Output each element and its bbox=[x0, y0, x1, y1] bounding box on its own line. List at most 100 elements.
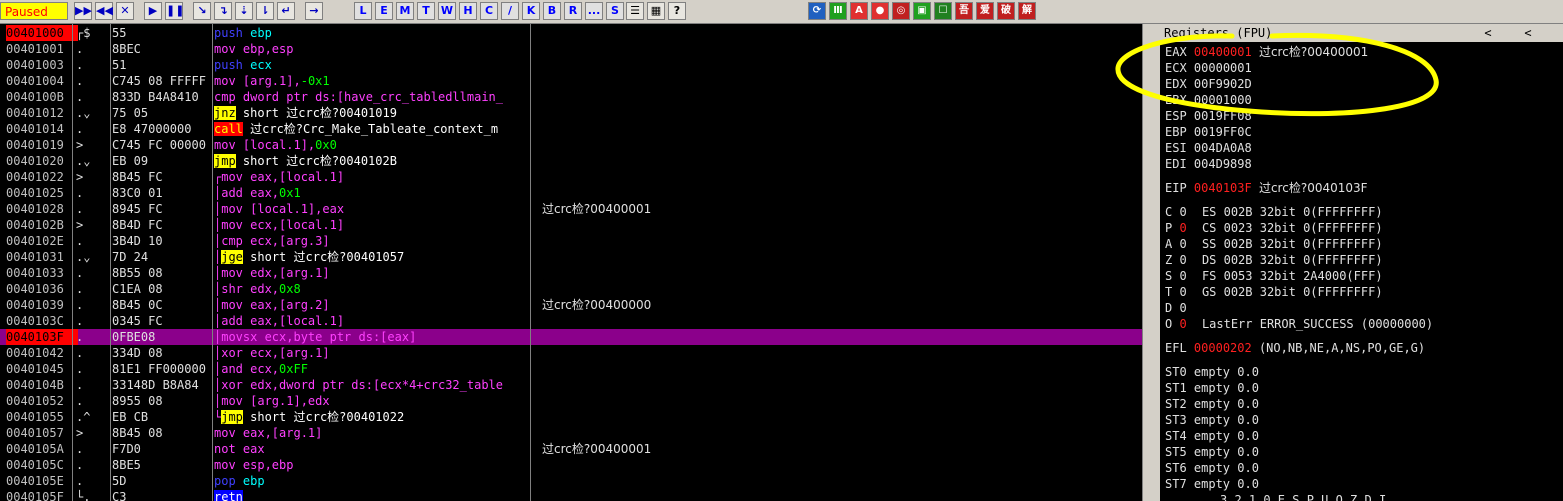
plugin-icon-2[interactable]: A bbox=[850, 2, 868, 20]
disasm-row[interactable]: 00401057 >8B45 08 mov eax,[arg.1] bbox=[0, 425, 1142, 441]
register-esi[interactable]: ESI 004DA0A8 bbox=[1165, 140, 1252, 156]
fpu-row[interactable]: ST0 empty 0.0 bbox=[1165, 364, 1259, 380]
plugin-icon-3[interactable]: ● bbox=[871, 2, 889, 20]
fpu-row[interactable]: ST4 empty 0.0 bbox=[1165, 428, 1259, 444]
disasm-row[interactable]: 00401042. 334D 08 │xor ecx,[arg.1] bbox=[0, 345, 1142, 361]
disasm-row[interactable]: 00401020 .⌄ EB 09 jmp short 过crc检?0040102B bbox=[0, 153, 1142, 169]
disasm-row[interactable]: 0040105E. 5D pop ebp bbox=[0, 473, 1142, 489]
register-ebp[interactable]: EBP 0019FF0C bbox=[1165, 124, 1252, 140]
column-separator[interactable] bbox=[212, 24, 213, 501]
disasm-row[interactable]: 00401025. 83C0 01 │add eax,0x1 bbox=[0, 185, 1142, 201]
window-button-5[interactable]: H bbox=[459, 2, 477, 20]
disasm-row[interactable]: 0040102E. 3B4D 10 │cmp ecx,[arg.3] bbox=[0, 233, 1142, 249]
fpu-row[interactable]: ST7 empty 0.0 bbox=[1165, 476, 1259, 492]
disasm-row[interactable]: 00401001. 8BEC mov ebp,esp bbox=[0, 41, 1142, 57]
window-button-9[interactable]: B bbox=[543, 2, 561, 20]
disasm-row[interactable]: 00401052. 8955 08 │mov [arg.1],edx bbox=[0, 393, 1142, 409]
disasm-row[interactable]: 00401004. C745 08 FFFFF mov [arg.1],-0x1 bbox=[0, 73, 1142, 89]
flag-row[interactable]: P 0 CS 0023 32bit 0(FFFFFFFF) bbox=[1165, 220, 1383, 236]
column-separator[interactable] bbox=[110, 24, 111, 501]
register-ebx[interactable]: EBX 00001000 bbox=[1165, 92, 1252, 108]
disasm-row[interactable]: 00401019 > C745 FC 00000 mov [local.1],0x0 bbox=[0, 137, 1142, 153]
trace-into-button[interactable]: ⇣ bbox=[235, 2, 253, 20]
step-into-button[interactable]: ↘ bbox=[193, 2, 211, 20]
register-eip[interactable]: EIP 0040103F 过crc检?0040103F bbox=[1165, 180, 1368, 196]
window-button-0[interactable]: L bbox=[354, 2, 372, 20]
run-button[interactable]: ▶ bbox=[144, 2, 162, 20]
pause-button[interactable]: ❚❚ bbox=[165, 2, 184, 20]
register-esp[interactable]: ESP 0019FF08 bbox=[1165, 108, 1252, 124]
plugin-icon-9[interactable]: 破 bbox=[997, 2, 1015, 20]
disasm-row[interactable]: 00401014. E8 47000000 call 过crc检?Crc_Make_… bbox=[0, 121, 1142, 137]
fpu-row[interactable]: ST3 empty 0.0 bbox=[1165, 412, 1259, 428]
disasm-row[interactable]: 00401028. 8945 FC │mov [local.1],eax 过crc检?… bbox=[0, 201, 1142, 217]
prev-view-arrow-icon[interactable]: < bbox=[1480, 24, 1496, 42]
window-button-8[interactable]: K bbox=[522, 2, 540, 20]
plugin-icon-4[interactable]: ◎ bbox=[892, 2, 910, 20]
disasm-row[interactable]: 00401031 .⌄ 7D 24 │jge short 过crc检?00401057 bbox=[0, 249, 1142, 265]
column-separator[interactable] bbox=[72, 24, 73, 501]
trace-over-button[interactable]: ⇂ bbox=[256, 2, 274, 20]
registers-header[interactable]: Registers (FPU) < < bbox=[1160, 24, 1563, 42]
register-edi[interactable]: EDI 004D9898 bbox=[1165, 156, 1252, 172]
plugin-icon-10[interactable]: 解 bbox=[1018, 2, 1036, 20]
flag-row[interactable]: A 0 SS 002B 32bit 0(FFFFFFFF) bbox=[1165, 236, 1383, 252]
window-button-6[interactable]: C bbox=[480, 2, 498, 20]
flag-row[interactable]: O 0 LastErr ERROR_SUCCESS (00000000) bbox=[1165, 316, 1433, 332]
flag-row[interactable]: T 0 GS 002B 32bit 0(FFFFFFFF) bbox=[1165, 284, 1383, 300]
window-button-1[interactable]: E bbox=[375, 2, 393, 20]
disasm-row[interactable]: 00401036. C1EA 08 │shr edx,0x8 bbox=[0, 281, 1142, 297]
disasm-row[interactable]: 0040105C. 8BE5 mov esp,ebp bbox=[0, 457, 1142, 473]
window-button-4[interactable]: W bbox=[438, 2, 456, 20]
next-view-arrow-icon[interactable]: < bbox=[1520, 24, 1536, 42]
window-button-12[interactable]: S bbox=[606, 2, 624, 20]
open-button[interactable]: ▶▶ bbox=[74, 2, 92, 20]
step-over-button[interactable]: ↴ bbox=[214, 2, 232, 20]
plugin-icon-5[interactable]: ▣ bbox=[913, 2, 931, 20]
disasm-row[interactable]: 0040105F └. C3 retn bbox=[0, 489, 1142, 501]
disasm-row[interactable]: 00401022 >8B45 FC ┌mov eax,[local.1] bbox=[0, 169, 1142, 185]
register-edx[interactable]: EDX 00F9902D bbox=[1165, 76, 1252, 92]
execute-till-return-button[interactable]: ↵ bbox=[277, 2, 295, 20]
disasm-row[interactable]: 00401000 ┌$ 55 push ebp bbox=[0, 25, 1142, 41]
disasm-row[interactable]: 0040100B. 833D B4A8410 cmp dword ptr ds:[h… bbox=[0, 89, 1142, 105]
register-ecx[interactable]: ECX 00000001 bbox=[1165, 60, 1252, 76]
register-eax[interactable]: EAX 00400001 过crc检?00400001 bbox=[1165, 44, 1368, 60]
window-button-2[interactable]: M bbox=[396, 2, 414, 20]
close-button[interactable]: ✕ bbox=[116, 2, 134, 20]
disasm-row[interactable]: 0040105A. F7D0 not eax 过crc检?00400001 bbox=[0, 441, 1142, 457]
fpu-footer[interactable]: 3 2 1 0 E S P U O Z D I bbox=[1220, 492, 1386, 501]
plugin-icon-1[interactable]: Ⅲ bbox=[829, 2, 847, 20]
flag-row[interactable]: S 0 FS 0053 32bit 2A4000(FFF) bbox=[1165, 268, 1383, 284]
goto-button[interactable]: → bbox=[305, 2, 323, 20]
disasm-row[interactable]: 0040103C. 0345 FC │add eax,[local.1] bbox=[0, 313, 1142, 329]
register-efl[interactable]: EFL 00000202 (NO,NB,NE,A,NS,PO,GE,G) bbox=[1165, 340, 1425, 356]
disassembly-pane[interactable]: 00401000 ┌$ 55 push ebp 00401001. 8BEC mov ebp… bbox=[0, 24, 1142, 501]
disasm-row[interactable]: 00401033. 8B55 08 │mov edx,[arg.1] bbox=[0, 265, 1142, 281]
fpu-row[interactable]: ST6 empty 0.0 bbox=[1165, 460, 1259, 476]
registers-pane[interactable]: Registers (FPU) < < EAX 00400001 过crc检?0… bbox=[1160, 24, 1563, 501]
view-icon-2[interactable]: ? bbox=[668, 2, 686, 20]
flag-row[interactable]: Z 0 DS 002B 32bit 0(FFFFFFFF) bbox=[1165, 252, 1383, 268]
fpu-row[interactable]: ST5 empty 0.0 bbox=[1165, 444, 1259, 460]
disasm-row[interactable]: 0040104B. 33148D B8A84 │xor edx,dword ptr … bbox=[0, 377, 1142, 393]
restart-button[interactable]: ◀◀ bbox=[95, 2, 113, 20]
disasm-row[interactable]: 0040102B >8B4D FC │mov ecx,[local.1] bbox=[0, 217, 1142, 233]
window-button-7[interactable]: / bbox=[501, 2, 519, 20]
flag-row[interactable]: D 0 bbox=[1165, 300, 1195, 316]
column-separator[interactable] bbox=[530, 24, 531, 501]
disasm-row[interactable]: 00401012 .⌄ 75 05 jnz short 过crc检?00401019 bbox=[0, 105, 1142, 121]
plugin-icon-7[interactable]: 吾 bbox=[955, 2, 973, 20]
window-button-3[interactable]: T bbox=[417, 2, 435, 20]
flag-row[interactable]: C 0 ES 002B 32bit 0(FFFFFFFF) bbox=[1165, 204, 1383, 220]
window-button-11[interactable]: ... bbox=[585, 2, 603, 20]
fpu-row[interactable]: ST1 empty 0.0 bbox=[1165, 380, 1259, 396]
plugin-icon-0[interactable]: ⟳ bbox=[808, 2, 826, 20]
window-button-10[interactable]: R bbox=[564, 2, 582, 20]
disasm-row[interactable]: 0040103F. 0FBE08 │movsx ecx,byte ptr ds:[e… bbox=[0, 329, 1142, 345]
plugin-icon-8[interactable]: 爱 bbox=[976, 2, 994, 20]
fpu-row[interactable]: ST2 empty 0.0 bbox=[1165, 396, 1259, 412]
disasm-row[interactable]: 00401039. 8B45 0C │mov eax,[arg.2] 过crc检?00… bbox=[0, 297, 1142, 313]
disasm-row[interactable]: 00401045. 81E1 FF000000 │and ecx,0xFF bbox=[0, 361, 1142, 377]
disassembly-scrollbar[interactable] bbox=[1142, 24, 1160, 501]
